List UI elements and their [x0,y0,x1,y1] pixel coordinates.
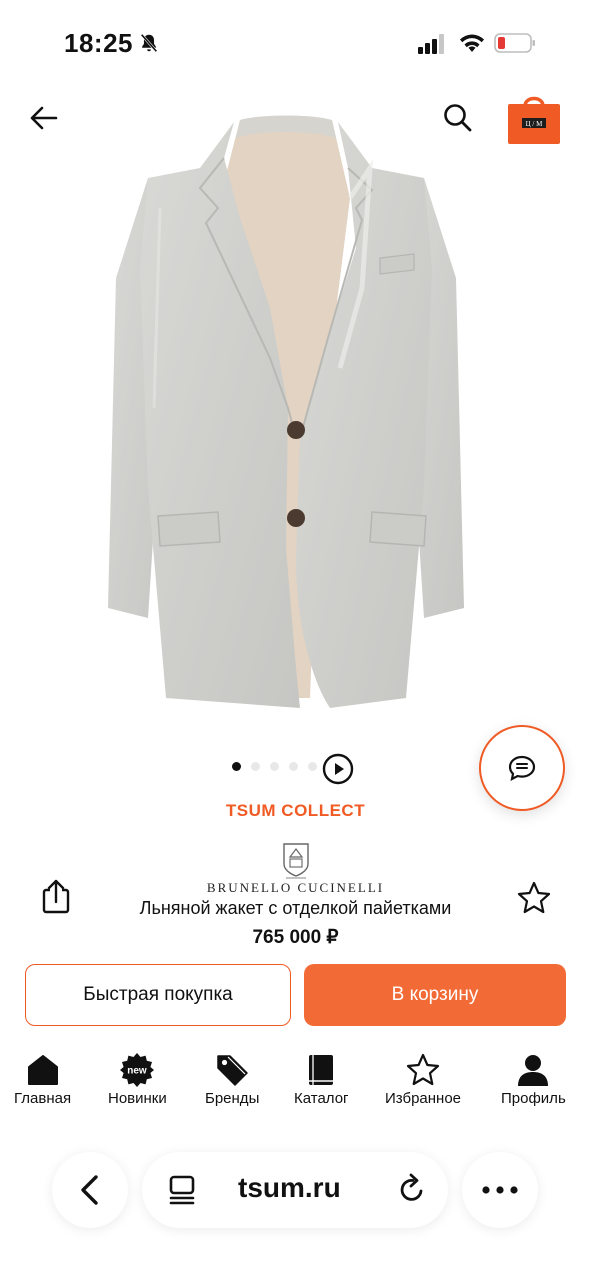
gallery-dot[interactable] [232,762,241,771]
bottom-tab-bar: Главная new Новинки Бренды Каталог Избра… [0,1052,591,1112]
add-to-cart-button[interactable]: В корзину [304,964,566,1026]
product-title: Льняной жакет с отделкой пайетками [139,898,452,918]
collection-label[interactable]: TSUM COLLECT [0,801,591,821]
tab-label: Избранное [385,1090,462,1107]
browser-address-bar[interactable]: tsum.ru [142,1152,448,1228]
tab-catalog[interactable]: Каталог [294,1052,349,1107]
gallery-dots[interactable] [232,762,317,771]
book-icon [309,1055,334,1085]
tab-label: Профиль [501,1090,566,1107]
jacket-image[interactable] [100,108,472,738]
tab-label: Главная [14,1090,72,1107]
new-badge-text: new [128,1066,148,1077]
reload-icon[interactable] [394,1172,430,1208]
shopping-bag-icon: Ц / М [508,96,560,144]
gallery-dot[interactable] [251,762,260,771]
tag-icon [217,1055,248,1086]
wifi-icon [460,34,484,52]
status-time: 18:25 [64,28,133,58]
new-badge-icon: new [120,1053,155,1087]
signal-icon [418,34,444,54]
browser-url[interactable]: tsum.ru [238,1172,341,1204]
tab-label: Новинки [108,1090,167,1107]
tab-profile[interactable]: Профиль [501,1052,566,1107]
tab-label: Бренды [205,1090,260,1107]
star-outline-icon [406,1053,440,1086]
browser-more-button[interactable] [462,1152,538,1228]
bag-label: Ц / М [526,120,544,128]
tab-label: Каталог [294,1090,349,1107]
more-icon [482,1186,518,1194]
chevron-left-icon [81,1175,98,1205]
brand-logo [283,843,309,879]
tab-home[interactable]: Главная [14,1052,71,1107]
browser-back-button[interactable] [52,1152,128,1228]
user-icon [518,1055,549,1086]
gallery-dot[interactable] [308,762,317,771]
status-bar: 18:25 [0,0,591,80]
tab-new[interactable]: new Новинки [108,1052,167,1107]
arrow-left-icon[interactable] [26,100,62,136]
brand-name[interactable]: BRUNELLO CUCINELLI [0,880,591,896]
bell-muted-icon [140,33,158,53]
play-icon[interactable] [322,753,354,785]
chat-button[interactable] [479,725,565,811]
tabs-icon[interactable] [164,1172,200,1208]
gallery-dot[interactable] [289,762,298,771]
tab-brands[interactable]: Бренды [205,1052,259,1107]
gallery-dot[interactable] [270,762,279,771]
tab-favorites[interactable]: Избранное [385,1052,461,1107]
home-icon [27,1055,58,1085]
quick-buy-button[interactable]: Быстрая покупка [25,964,291,1026]
shopping-bag-button[interactable]: Ц / М [506,90,562,146]
chat-icon [508,755,536,782]
battery-low-icon [494,33,535,53]
product-price: 765 000 ₽ [252,927,339,948]
